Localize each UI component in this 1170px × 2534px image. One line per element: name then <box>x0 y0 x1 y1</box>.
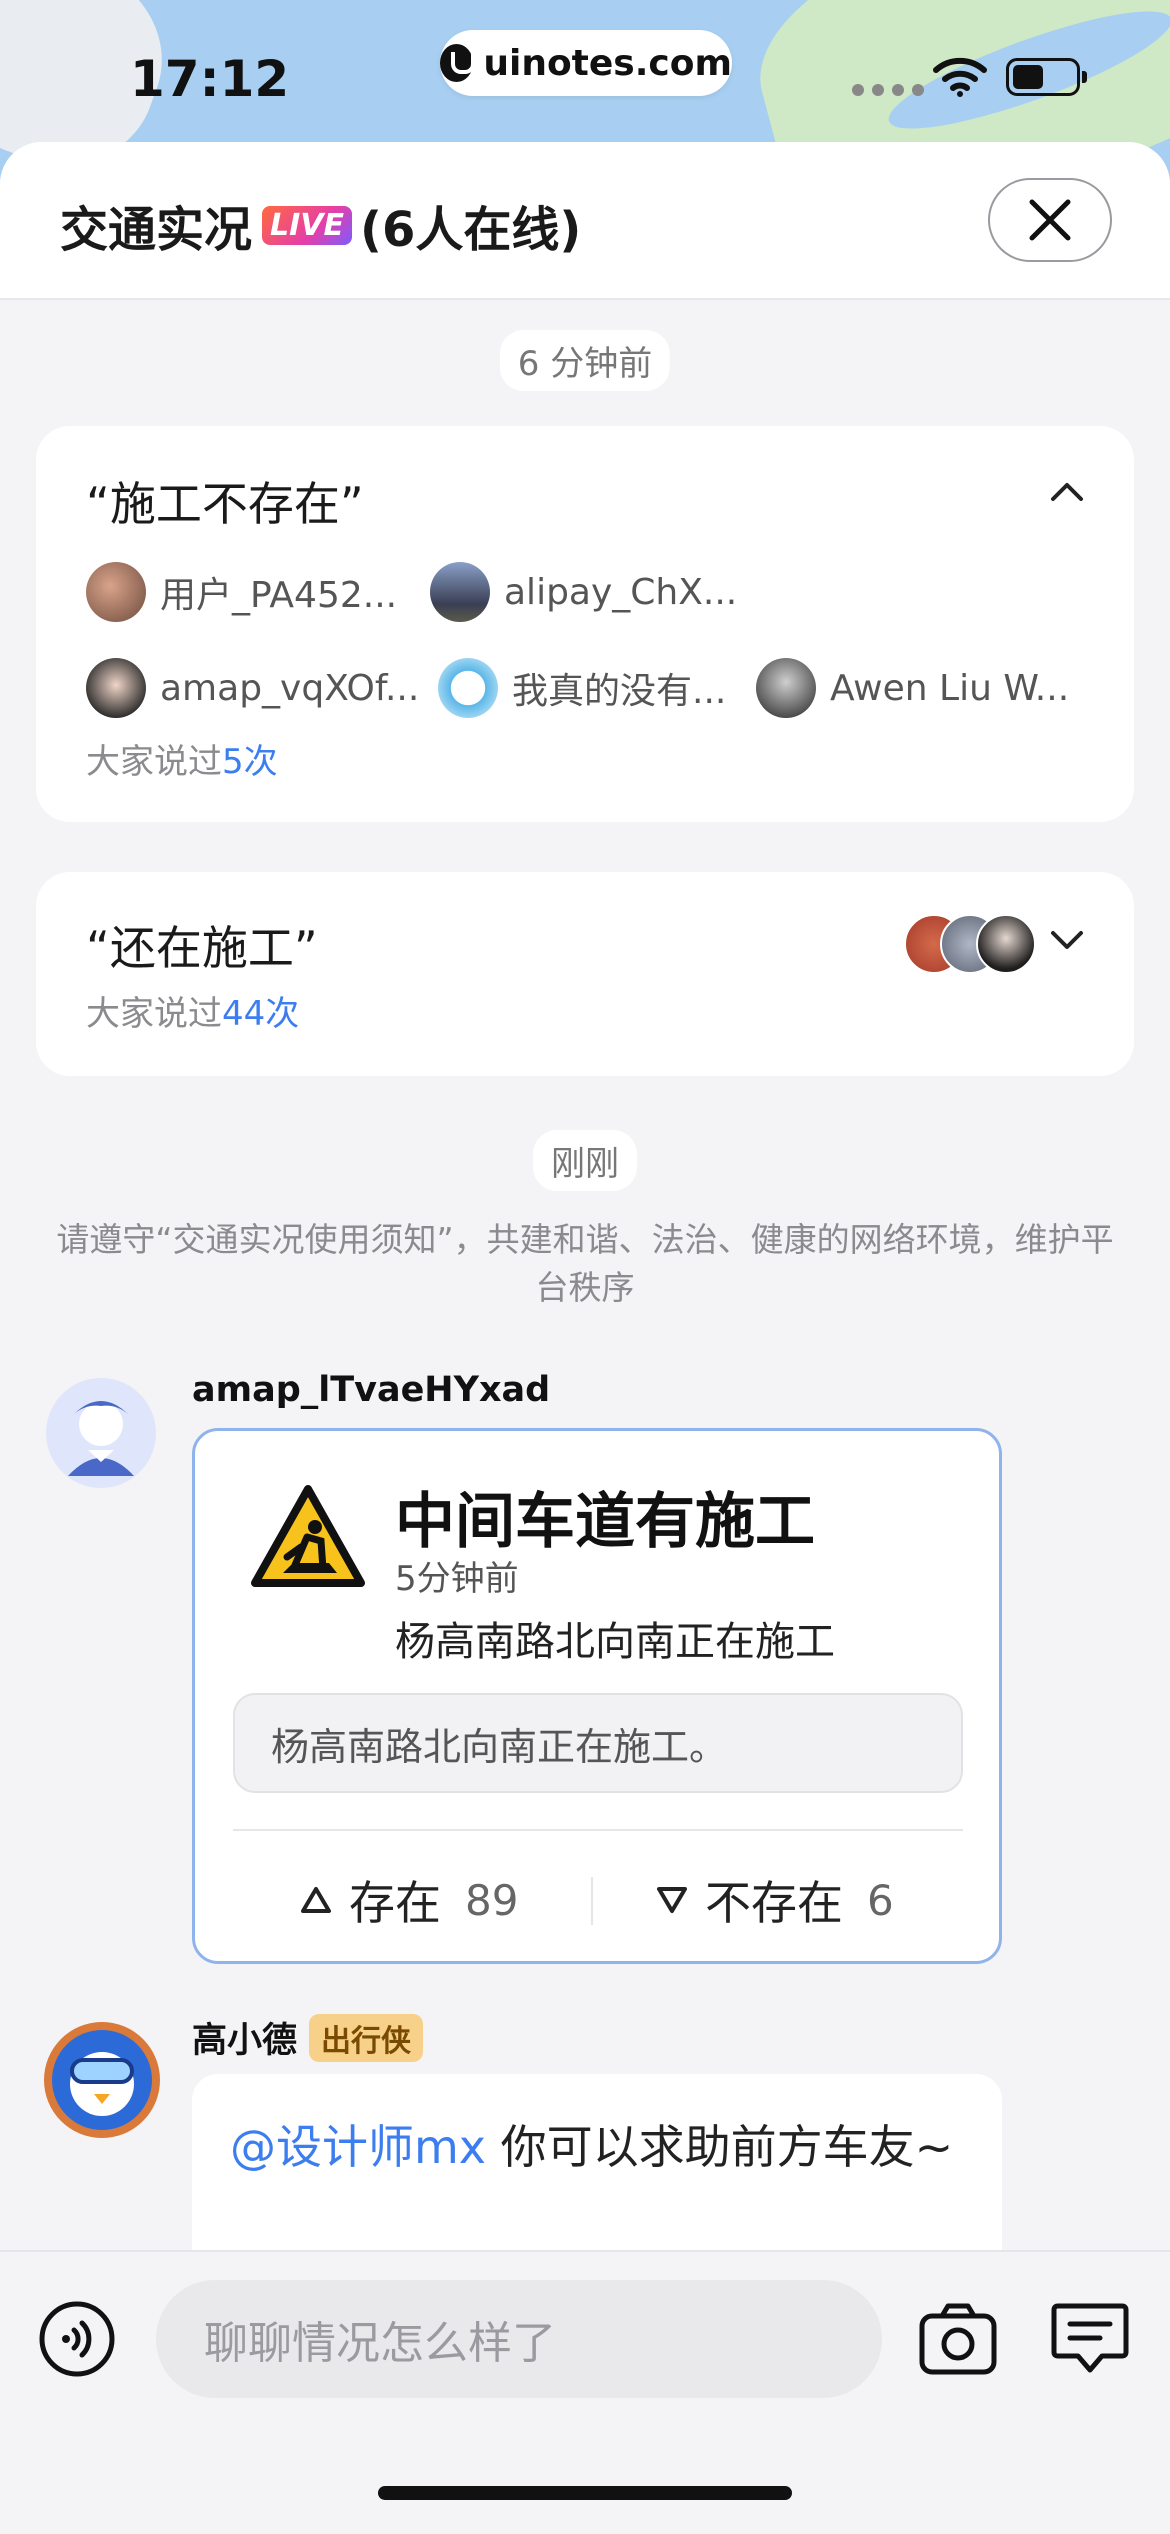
avatar[interactable] <box>44 2022 160 2138</box>
report-quote: 杨高南路北向南正在施工。 <box>233 1693 963 1793</box>
close-icon <box>1029 199 1071 241</box>
camera-icon[interactable] <box>918 2302 998 2376</box>
close-button[interactable] <box>988 178 1112 262</box>
avatar <box>86 658 146 718</box>
avatar <box>430 562 490 622</box>
said-count: 大家说过5次 <box>86 742 278 782</box>
user-chip[interactable]: amap_vqXOf... <box>86 658 419 718</box>
chevron-up-icon[interactable] <box>1050 480 1084 502</box>
thumb-up-triangle-icon <box>301 1887 331 1913</box>
chat-message-text: @设计师mx 你可以求助前方车友~ <box>230 2120 954 2174</box>
avatar <box>86 562 146 622</box>
site-logo-icon <box>440 44 476 82</box>
topic-quote: “施工不存在” <box>86 477 364 531</box>
road-report-card[interactable]: 中间车道有施工 5分钟前 杨高南路北向南正在施工 杨高南路北向南正在施工。 存在… <box>192 1428 1002 1964</box>
gaode-mascot-icon <box>52 2030 152 2130</box>
vote-separator <box>591 1877 593 1925</box>
construction-warning-icon <box>251 1485 365 1587</box>
vote-exists-button[interactable]: 存在 89 <box>299 1867 518 1933</box>
user-chip[interactable]: 我真的没有... <box>438 658 726 718</box>
url-text: uinotes.com <box>483 42 732 84</box>
topic-card-expanded[interactable]: “施工不存在” 用户_PA452... alipay_ChX... amap_v… <box>36 426 1134 822</box>
time-label: 刚刚 <box>533 1130 637 1191</box>
sender-name: 高小德 <box>192 2021 298 2061</box>
chat-bubble[interactable]: @设计师mx 你可以求助前方车友~ <box>192 2074 1002 2254</box>
url-pill[interactable]: uinotes.com <box>440 30 732 96</box>
avatar <box>756 658 816 718</box>
chat-input[interactable]: 聊聊情况怎么样了 <box>156 2280 882 2398</box>
sender-row: 高小德 出行侠 <box>192 2012 424 2063</box>
divider <box>233 1829 963 1831</box>
mention-link[interactable]: @设计师mx <box>230 2120 486 2174</box>
community-notice: 请遵守“交通实况使用须知”，共建和谐、法治、健康的网络环境，维护平台秩序 <box>56 1220 1114 1307</box>
sheet-title: 交通实况 LIVE (6人在线) <box>60 202 582 258</box>
topic-quote: “还在施工” <box>86 921 318 975</box>
sheet-header: 交通实况 LIVE (6人在线) <box>0 142 1170 300</box>
report-time: 5分钟前 <box>395 1559 519 1599</box>
battery-icon <box>1006 58 1087 96</box>
sender-badge: 出行侠 <box>309 2013 424 2062</box>
time-label: 6 分钟前 <box>499 330 671 391</box>
avatar[interactable] <box>46 1378 156 1488</box>
voice-icon[interactable] <box>38 2300 116 2378</box>
vote-not-exists-button[interactable]: 不存在 6 <box>655 1867 894 1933</box>
user-chip[interactable]: 用户_PA452... <box>86 562 397 622</box>
chat-list-icon[interactable] <box>1050 2300 1130 2378</box>
user-chip[interactable]: alipay_ChX... <box>430 562 737 622</box>
live-badge: LIVE <box>262 205 353 245</box>
user-chip[interactable]: Awen Liu W... <box>756 658 1069 718</box>
report-description: 杨高南路北向南正在施工 <box>395 1619 835 1665</box>
thumb-down-triangle-icon <box>657 1887 687 1913</box>
home-indicator <box>378 2486 792 2500</box>
chevron-down-icon[interactable] <box>1050 930 1084 952</box>
said-count: 大家说过44次 <box>86 994 300 1034</box>
status-time: 17:12 <box>130 50 290 108</box>
sender-name: amap_lTvaeHYxad <box>192 1370 551 1410</box>
avatar <box>438 658 498 718</box>
default-user-icon <box>68 1401 134 1476</box>
signal-dots-icon <box>852 84 924 96</box>
report-title: 中间车道有施工 <box>395 1487 815 1557</box>
topic-card-collapsed[interactable]: “还在施工” 大家说过44次 <box>36 872 1134 1076</box>
avatar-stack <box>904 914 1036 974</box>
wifi-icon <box>933 57 987 97</box>
